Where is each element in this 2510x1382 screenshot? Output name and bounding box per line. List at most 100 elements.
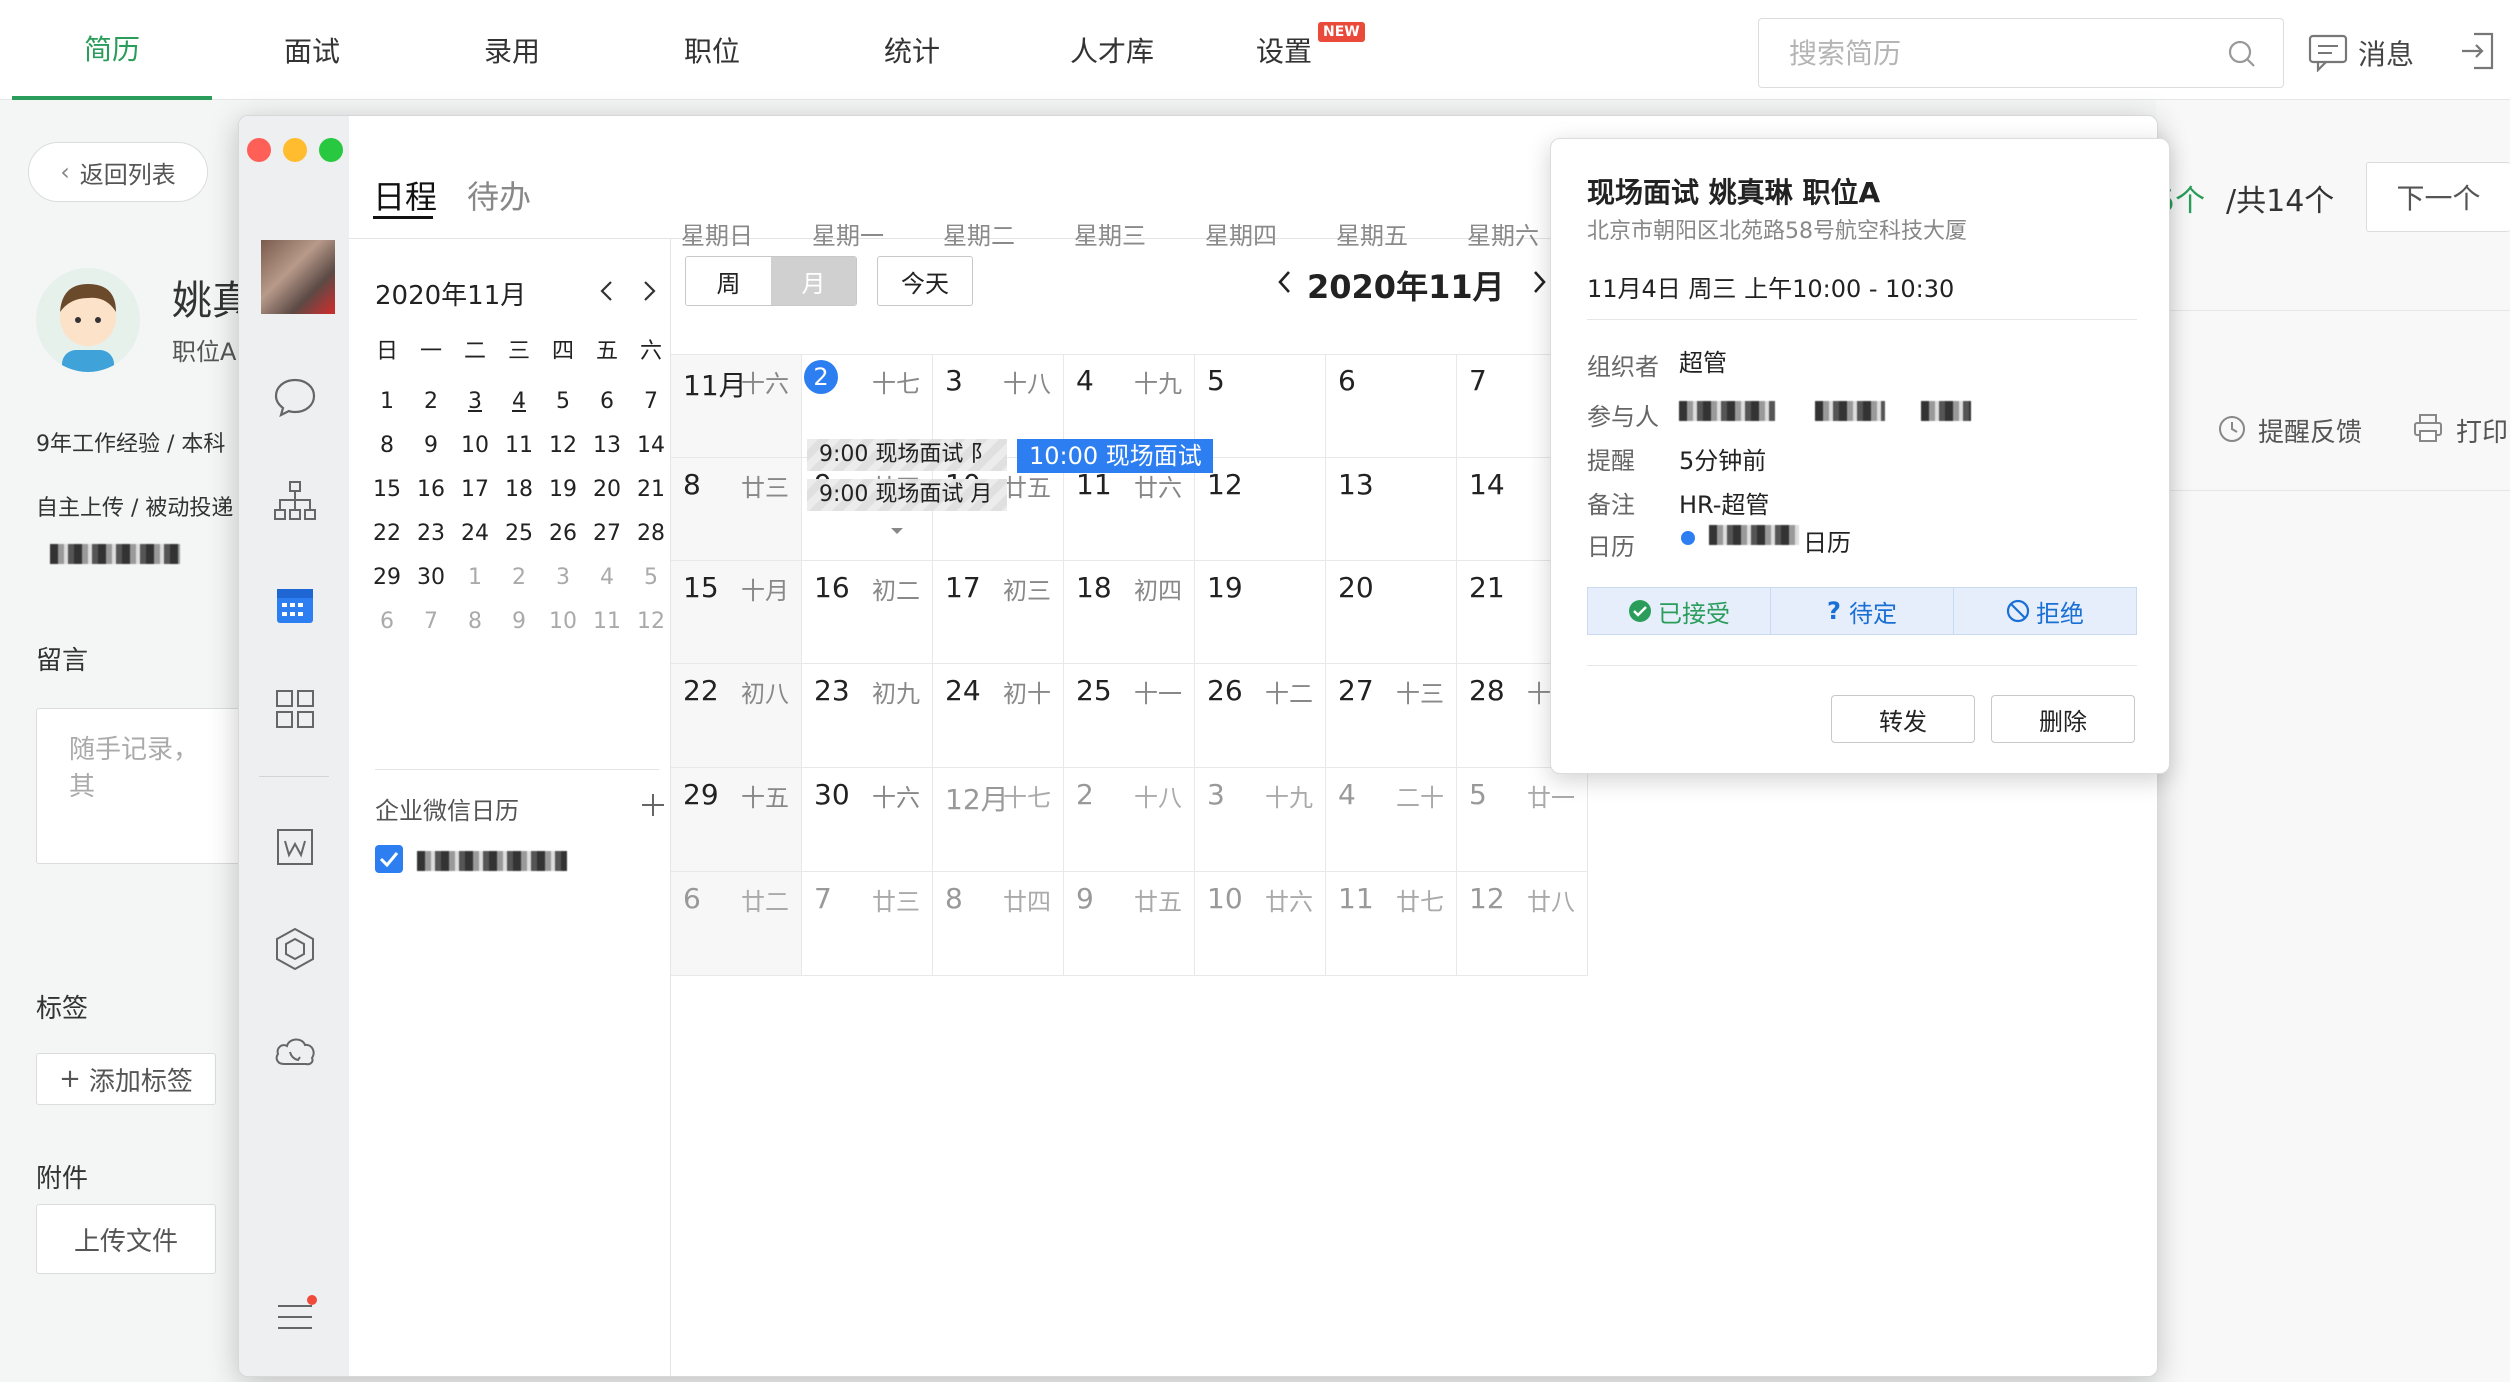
alarm-icon[interactable] [2216, 412, 2248, 444]
day-cell[interactable]: 18 初四 [1064, 561, 1195, 664]
apps-grid-icon[interactable] [272, 686, 318, 732]
day-cell[interactable]: 7 廿三 [802, 872, 933, 976]
day-cell[interactable]: 30 十六 [802, 768, 933, 872]
mini-day[interactable]: 10 [541, 609, 585, 634]
mini-day[interactable]: 9 [409, 433, 453, 458]
day-cell[interactable]: 10 廿六 [1195, 872, 1326, 976]
nav-tab-interview[interactable]: 面试 [212, 0, 412, 100]
mini-day[interactable]: 1 [453, 565, 497, 590]
day-cell[interactable]: 11月 十六 [671, 354, 802, 458]
day-cell[interactable]: 4 二十 [1326, 768, 1457, 872]
day-cell[interactable]: 25 十一 [1064, 664, 1195, 768]
mini-day[interactable]: 12 [629, 609, 673, 634]
chat-icon[interactable] [272, 374, 318, 420]
mini-day[interactable]: 20 [585, 477, 629, 502]
event-tue-1[interactable]: 9:00 现场面试 阝 [807, 439, 1007, 471]
day-cell[interactable]: 6 [1326, 354, 1457, 458]
mini-day[interactable]: 3 [541, 565, 585, 590]
mini-day[interactable]: 19 [541, 477, 585, 502]
day-cell[interactable]: 29 十五 [671, 768, 802, 872]
calendar-icon[interactable] [272, 582, 318, 628]
today-button[interactable]: 今天 [877, 256, 973, 306]
day-cell[interactable]: 8 廿四 [933, 872, 1064, 976]
upload-file-button[interactable]: 上传文件 [36, 1204, 216, 1274]
tentative-button[interactable]: ? 待定 [1771, 588, 1954, 634]
logout-icon[interactable] [2458, 30, 2498, 72]
day-cell[interactable]: 16 初二 [802, 561, 933, 664]
mini-next-month-icon[interactable] [639, 279, 659, 303]
maximize-window-button[interactable] [319, 138, 343, 162]
mini-day[interactable]: 25 [497, 521, 541, 546]
mini-day[interactable]: 29 [365, 565, 409, 590]
mini-day[interactable]: 3 [453, 389, 497, 414]
nav-tab-talent-pool[interactable]: 人才库 [1012, 0, 1212, 100]
mini-day[interactable]: 8 [453, 609, 497, 634]
mini-day[interactable]: 10 [453, 433, 497, 458]
mini-day[interactable]: 9 [497, 609, 541, 634]
day-cell[interactable]: 2 十八 [1064, 768, 1195, 872]
mini-day[interactable]: 1 [365, 389, 409, 414]
mini-day[interactable]: 12 [541, 433, 585, 458]
mini-prev-month-icon[interactable] [597, 279, 617, 303]
day-cell[interactable]: 8 廿三 [671, 458, 802, 561]
nav-tab-offer[interactable]: 录用 [412, 0, 612, 100]
day-cell[interactable]: 3 十九 [1195, 768, 1326, 872]
mini-day[interactable]: 6 [365, 609, 409, 634]
day-cell[interactable]: 24 初十 [933, 664, 1064, 768]
day-cell[interactable]: 12 廿八 [1457, 872, 1588, 976]
day-cell[interactable]: 11 廿六 [1064, 458, 1195, 561]
remind-feedback-button[interactable]: 提醒反馈 [2258, 412, 2362, 449]
day-cell[interactable]: 17 初三 [933, 561, 1064, 664]
mini-day[interactable]: 4 [497, 389, 541, 414]
day-cell[interactable]: 12月 十七 [933, 768, 1064, 872]
cube-icon[interactable] [272, 926, 318, 972]
note-input[interactable]: 随手记录，其 [36, 708, 246, 864]
day-cell[interactable]: 11 廿七 [1326, 872, 1457, 976]
mini-day[interactable]: 13 [585, 433, 629, 458]
mini-day[interactable]: 21 [629, 477, 673, 502]
next-button[interactable]: 下一个 [2366, 162, 2510, 232]
mini-day[interactable]: 23 [409, 521, 453, 546]
forward-button[interactable]: 转发 [1831, 695, 1975, 743]
mini-day[interactable]: 2 [409, 389, 453, 414]
mini-day[interactable]: 28 [629, 521, 673, 546]
message-icon[interactable] [2308, 34, 2348, 72]
messages-label[interactable]: 消息 [2358, 33, 2414, 73]
mini-day[interactable]: 15 [365, 477, 409, 502]
day-cell[interactable]: 5 廿一 [1457, 768, 1588, 872]
print-button[interactable]: 打印 [2456, 412, 2508, 449]
event-tue-2[interactable]: 9:00 现场面试 月 [807, 479, 1007, 511]
mini-day[interactable]: 27 [585, 521, 629, 546]
nav-tab-settings[interactable]: 设置 [1184, 0, 1384, 100]
day-cell[interactable]: 23 初九 [802, 664, 933, 768]
mini-day[interactable]: 5 [541, 389, 585, 414]
tab-schedule[interactable]: 日程 [373, 172, 437, 218]
mini-day[interactable]: 6 [585, 389, 629, 414]
menu-icon[interactable] [272, 1294, 318, 1340]
add-tag-button[interactable]: + 添加标签 [36, 1053, 216, 1105]
back-to-list-button[interactable]: ‹ 返回列表 [28, 142, 208, 202]
day-cell[interactable]: 26 十二 [1195, 664, 1326, 768]
mini-day[interactable]: 14 [629, 433, 673, 458]
accept-button[interactable]: 已接受 [1588, 588, 1771, 634]
day-cell[interactable]: 22 初八 [671, 664, 802, 768]
mini-day[interactable]: 16 [409, 477, 453, 502]
mini-day[interactable]: 7 [629, 389, 673, 414]
day-cell[interactable]: 15 十月 [671, 561, 802, 664]
calendar-checkbox[interactable] [375, 845, 403, 873]
more-events-icon[interactable] [889, 526, 905, 536]
add-calendar-icon[interactable] [639, 791, 667, 819]
mini-day[interactable]: 30 [409, 565, 453, 590]
mini-day[interactable]: 7 [409, 609, 453, 634]
decline-button[interactable]: 拒绝 [1954, 588, 2136, 634]
day-cell[interactable]: 12 [1195, 458, 1326, 561]
search-box[interactable] [1758, 18, 2284, 88]
org-chart-icon[interactable] [272, 478, 318, 524]
nav-tab-stats[interactable]: 统计 [812, 0, 1012, 100]
mini-day[interactable]: 24 [453, 521, 497, 546]
delete-button[interactable]: 删除 [1991, 695, 2135, 743]
nav-tab-position[interactable]: 职位 [612, 0, 812, 100]
day-cell[interactable]: 27 十三 [1326, 664, 1457, 768]
mini-day[interactable]: 22 [365, 521, 409, 546]
next-month-icon[interactable] [1529, 268, 1549, 296]
